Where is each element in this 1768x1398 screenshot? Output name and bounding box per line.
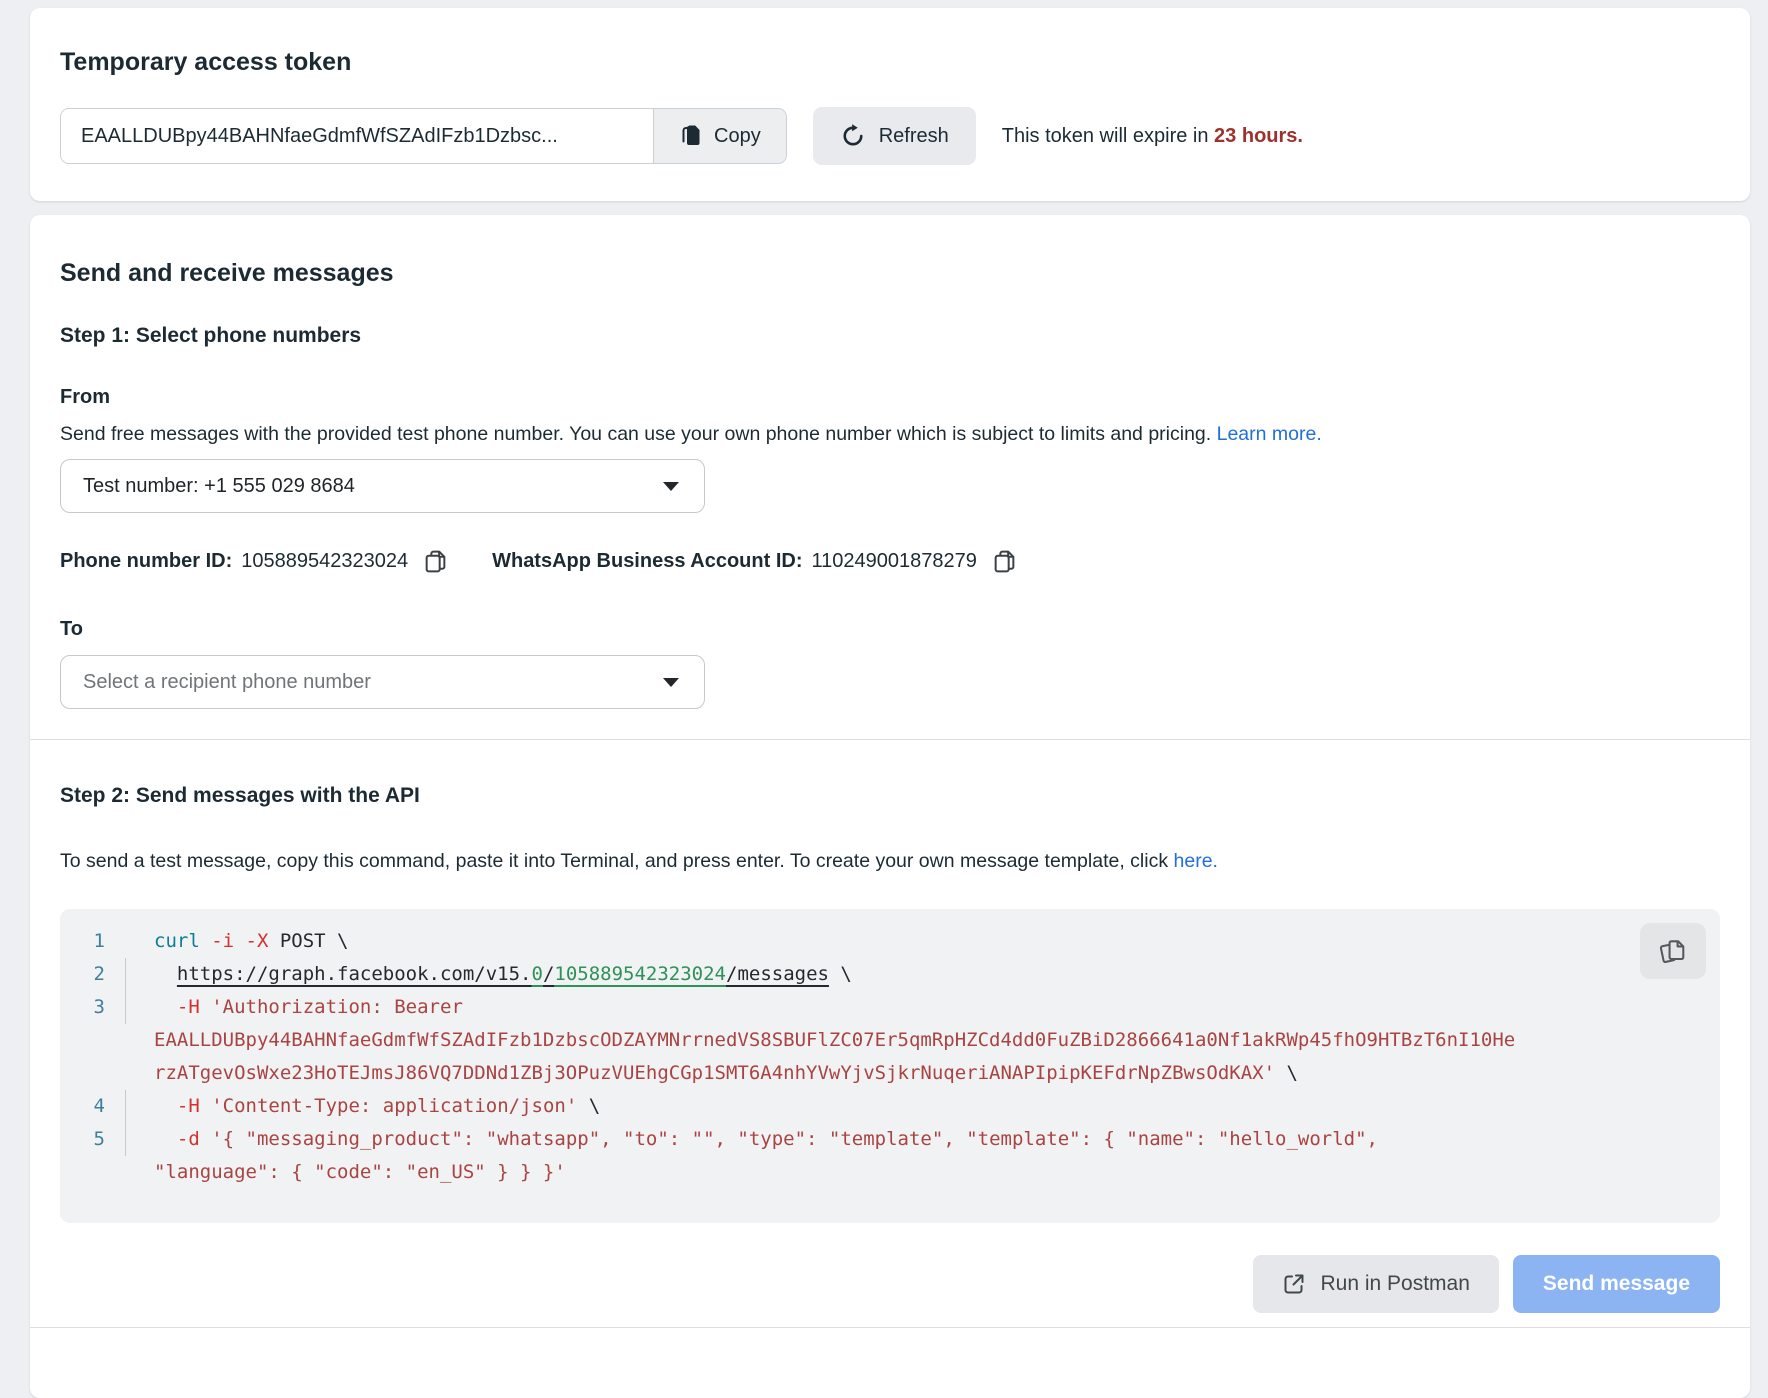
from-label: From — [60, 386, 1720, 409]
access-token-input[interactable] — [61, 109, 653, 163]
code-line-text: rzATgevOsWxe23HoTEJmsJ86VQ7DDNd1ZBj3OPuz… — [126, 1057, 1298, 1090]
code-line-number: 3 — [60, 991, 126, 1024]
refresh-button-label: Refresh — [879, 125, 949, 148]
external-link-icon — [1282, 1272, 1306, 1296]
send-receive-messages-card: Send and receive messages Step 1: Select… — [30, 215, 1750, 1398]
from-number-selected-value: Test number: +1 555 029 8684 — [83, 475, 355, 498]
code-line-text: curl -i -X POST \ — [126, 925, 348, 958]
code-line-text: EAALLDUBpy44BAHNfaeGdmfWfSZAdIFzb1DzbscO… — [126, 1024, 1515, 1057]
code-line-text: -H 'Authorization: Bearer — [126, 991, 463, 1024]
send-card-title: Send and receive messages — [60, 259, 1720, 288]
code-line: 2 https://graph.facebook.com/v15.0/10588… — [60, 958, 1720, 991]
run-in-postman-label: Run in Postman — [1321, 1272, 1470, 1296]
from-number-select[interactable]: Test number: +1 555 029 8684 — [60, 459, 705, 513]
chevron-down-icon — [663, 678, 679, 687]
code-line: 4 -H 'Content-Type: application/json' \ — [60, 1090, 1720, 1123]
copy-icon — [679, 124, 703, 148]
code-line-number — [60, 1057, 126, 1090]
copy-code-button[interactable] — [1640, 923, 1706, 979]
code-line-text: -d '{ "messaging_product": "whatsapp", "… — [126, 1123, 1378, 1156]
code-line-number: 2 — [60, 958, 126, 991]
token-expiry-text: This token will expire in 23 hours. — [1002, 125, 1303, 148]
waba-id-value: 110249001878279 — [811, 550, 976, 573]
learn-more-link[interactable]: Learn more. — [1217, 423, 1322, 445]
phone-number-id-group: Phone number ID: 105889542323024 — [60, 549, 448, 574]
refresh-token-button[interactable]: Refresh — [813, 107, 976, 165]
step2-help-text: To send a test message, copy this comman… — [60, 848, 1720, 874]
waba-id-label: WhatsApp Business Account ID: — [492, 550, 802, 573]
refresh-icon — [840, 123, 866, 149]
send-message-button[interactable]: Send message — [1513, 1255, 1720, 1313]
code-line-text: -H 'Content-Type: application/json' \ — [126, 1090, 600, 1123]
section-divider — [30, 739, 1750, 740]
token-expiry-prefix: This token will expire in — [1002, 125, 1209, 147]
code-line: 5 -d '{ "messaging_product": "whatsapp",… — [60, 1123, 1720, 1156]
from-help-text: Send free messages with the provided tes… — [60, 421, 1720, 447]
code-line: 3 -H 'Authorization: Bearer — [60, 991, 1720, 1024]
copy-pages-icon — [1657, 935, 1689, 967]
code-line-text: "language": { "code": "en_US" } } }' — [126, 1156, 566, 1189]
copy-token-button[interactable]: Copy — [653, 109, 786, 163]
copy-icon — [423, 549, 448, 574]
copy-waba-id-button[interactable] — [992, 549, 1017, 574]
to-number-placeholder: Select a recipient phone number — [83, 671, 371, 694]
copy-icon — [992, 549, 1017, 574]
copy-phone-id-button[interactable] — [423, 549, 448, 574]
temporary-access-token-card: Temporary access token Copy Refresh This… — [30, 8, 1750, 201]
code-line-number: 1 — [60, 925, 126, 958]
code-line-number: 5 — [60, 1123, 126, 1156]
token-input-group: Copy — [60, 108, 787, 164]
code-line: EAALLDUBpy44BAHNfaeGdmfWfSZAdIFzb1DzbscO… — [60, 1024, 1720, 1057]
code-line: rzATgevOsWxe23HoTEJmsJ86VQ7DDNd1ZBj3OPuz… — [60, 1057, 1720, 1090]
phone-number-id-label: Phone number ID: — [60, 550, 232, 573]
run-in-postman-button[interactable]: Run in Postman — [1253, 1255, 1499, 1313]
actions-row: Run in Postman Send message — [60, 1255, 1720, 1313]
ids-row: Phone number ID: 105889542323024 WhatsAp… — [60, 549, 1720, 574]
code-line-text: https://graph.facebook.com/v15.0/1058895… — [126, 958, 852, 991]
waba-id-group: WhatsApp Business Account ID: 1102490018… — [492, 549, 1017, 574]
code-line-number — [60, 1156, 126, 1189]
step2-heading: Step 2: Send messages with the API — [60, 784, 1720, 808]
curl-command-code-block: 1curl -i -X POST \2 https://graph.facebo… — [60, 909, 1720, 1223]
token-row: Copy Refresh This token will expire in 2… — [60, 107, 1720, 165]
chevron-down-icon — [663, 482, 679, 491]
step1-heading: Step 1: Select phone numbers — [60, 324, 1720, 348]
bottom-divider — [30, 1327, 1750, 1328]
code-line-number — [60, 1024, 126, 1057]
to-number-select[interactable]: Select a recipient phone number — [60, 655, 705, 709]
copy-button-label: Copy — [714, 125, 761, 148]
send-message-label: Send message — [1543, 1272, 1690, 1295]
here-link[interactable]: here. — [1174, 850, 1218, 872]
token-card-title: Temporary access token — [60, 48, 1720, 77]
token-expiry-duration: 23 hours. — [1214, 125, 1303, 147]
code-line: "language": { "code": "en_US" } } }' — [60, 1156, 1720, 1189]
code-line: 1curl -i -X POST \ — [60, 925, 1720, 958]
to-label: To — [60, 618, 1720, 641]
phone-number-id-value: 105889542323024 — [241, 550, 408, 573]
code-lines: 1curl -i -X POST \2 https://graph.facebo… — [60, 925, 1720, 1189]
from-help-body: Send free messages with the provided tes… — [60, 423, 1211, 445]
whatsapp-api-setup-page: Temporary access token Copy Refresh This… — [0, 8, 1768, 1398]
step2-help-body: To send a test message, copy this comman… — [60, 850, 1168, 872]
code-line-number: 4 — [60, 1090, 126, 1123]
